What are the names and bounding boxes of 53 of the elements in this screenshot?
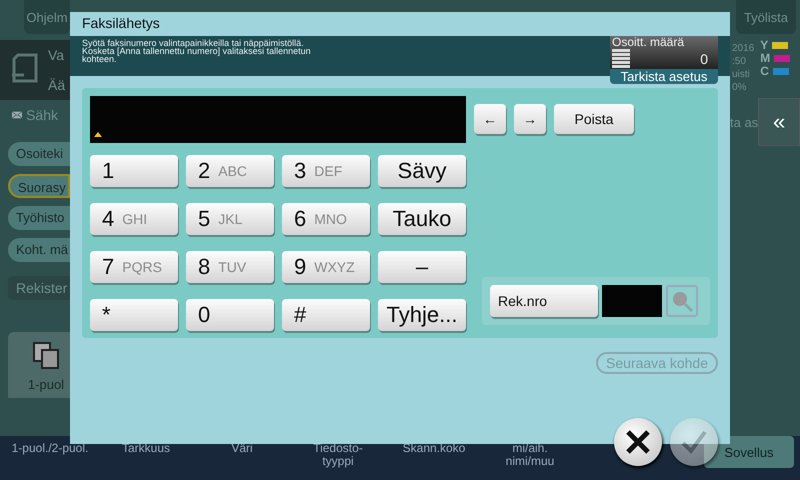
counter-value: 0: [700, 51, 708, 67]
function-label: Tiedosto- tyyppi: [312, 442, 364, 468]
keypad-key[interactable]: 9 WXYZ: [282, 251, 370, 283]
keypad-key[interactable]: 2 ABC: [186, 155, 274, 187]
arrow-key[interactable]: ←: [474, 104, 506, 134]
mode-label: Va: [48, 47, 66, 63]
keypad-key[interactable]: #: [282, 299, 370, 331]
keypad-key[interactable]: 3 DEF: [282, 155, 370, 187]
arrow-key[interactable]: →: [514, 104, 546, 134]
keypad-key[interactable]: Tyhje...: [378, 299, 466, 331]
function-label: 1-puol./2-puol.: [10, 442, 90, 455]
keypad-key[interactable]: 8 TUV: [186, 251, 274, 283]
keypad-key[interactable]: 4 GHI: [90, 203, 178, 235]
status-text: 2016: [732, 42, 754, 55]
mode-label: Ää: [48, 77, 66, 93]
application-button[interactable]: Sovellus: [704, 436, 794, 468]
pages-icon: [32, 341, 60, 369]
keypad-key[interactable]: 5 JKL: [186, 203, 274, 235]
keypad-key[interactable]: –: [378, 251, 466, 283]
keypad-key[interactable]: 1: [90, 155, 178, 187]
function-label: Skann.koko: [402, 442, 466, 455]
keypad-key[interactable]: 7 PQRS: [90, 251, 178, 283]
toner-label: C: [760, 66, 769, 77]
keypad-key[interactable]: Tauko: [378, 203, 466, 235]
register-number-field[interactable]: [602, 285, 662, 317]
side-text: ta as: [730, 114, 758, 130]
cursor-icon: [94, 132, 102, 137]
function-label: Tarkkuus: [120, 442, 172, 455]
function-label: Väri: [230, 442, 254, 455]
toner-label: M: [760, 53, 770, 64]
check-settings-button[interactable]: Tarkista asetus: [610, 69, 718, 84]
close-icon: [625, 429, 651, 455]
dialog-title: Faksilähetys: [81, 14, 161, 33]
mail-icon: [12, 109, 22, 121]
delete-button[interactable]: Poista: [554, 104, 634, 134]
status-text: :50: [732, 55, 747, 68]
toner-label: Y: [760, 40, 768, 51]
keypad-key[interactable]: Sävy: [378, 155, 466, 187]
status-text: uisti: [732, 68, 751, 81]
status-text: 0%: [732, 81, 748, 94]
tile-label: 1-puol: [28, 377, 64, 392]
instruction-text: Kosketa [Anna tallennettu numero] valitaksesi tallennetun kohteen.: [82, 47, 312, 63]
check-icon: [680, 429, 708, 455]
instruction-text: Syötä faksinumero valintapainikkeilla tai näppäimistöllä.: [82, 39, 304, 47]
list-icon: [612, 49, 630, 69]
keypad-key[interactable]: 0: [186, 299, 274, 331]
register-number-button[interactable]: Rek.nro: [490, 285, 598, 317]
keypad-key[interactable]: *: [90, 299, 178, 331]
counter-label: Osoitt. määrä: [612, 36, 686, 49]
number-display[interactable]: [90, 96, 466, 143]
keypad-key[interactable]: 6 MNO: [282, 203, 370, 235]
back-button[interactable]: «: [758, 98, 800, 146]
function-label: mi/aih. nimi/muu: [504, 442, 556, 468]
